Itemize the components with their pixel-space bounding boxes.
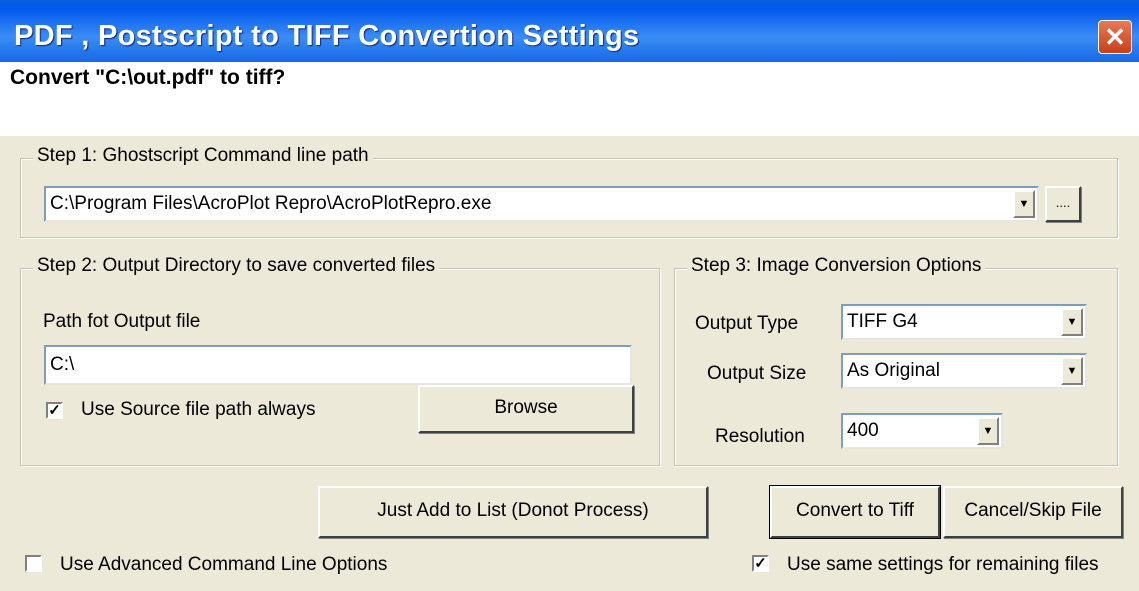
output-type-value: TIFF G4 bbox=[847, 311, 918, 332]
output-path-label: Path fot Output file bbox=[43, 311, 201, 332]
dropdown-arrow-icon: ▼ bbox=[1066, 365, 1078, 377]
add-to-list-button[interactable]: Just Add to List (Donot Process) bbox=[318, 486, 708, 538]
output-size-dropdown-button[interactable]: ▼ bbox=[1061, 357, 1083, 385]
use-source-path-label: Use Source file path always bbox=[81, 399, 316, 420]
output-path-value: C:\ bbox=[50, 354, 75, 375]
close-button[interactable]: ✕ bbox=[1098, 20, 1132, 54]
output-browse-button[interactable]: Browse bbox=[418, 385, 634, 433]
dropdown-arrow-icon: ▼ bbox=[982, 425, 994, 437]
output-type-select[interactable]: TIFF G4 bbox=[841, 304, 1087, 340]
advanced-options-label: Use Advanced Command Line Options bbox=[60, 554, 388, 575]
step3-group: Step 3: Image Conversion Options Output … bbox=[674, 255, 1118, 466]
dropdown-arrow-icon: ▼ bbox=[1066, 316, 1078, 328]
use-source-path-checkbox[interactable]: ✓ bbox=[46, 402, 63, 419]
resolution-value: 400 bbox=[847, 420, 879, 441]
checkmark-icon: ✓ bbox=[48, 402, 61, 419]
same-settings-label: Use same settings for remaining files bbox=[787, 554, 1099, 575]
same-settings-checkbox[interactable]: ✓ bbox=[752, 555, 769, 572]
step3-legend: Step 3: Image Conversion Options bbox=[687, 255, 986, 277]
output-size-select[interactable]: As Original bbox=[841, 353, 1087, 389]
prompt-panel: Convert "C:\out.pdf" to tiff? bbox=[0, 62, 1139, 136]
cancel-skip-button[interactable]: Cancel/Skip File bbox=[943, 486, 1123, 538]
step1-legend: Step 1: Ghostscript Command line path bbox=[33, 145, 373, 167]
checkmark-icon: ✓ bbox=[754, 555, 767, 572]
close-icon: ✕ bbox=[1104, 22, 1126, 52]
ghostscript-path-dropdown-button[interactable]: ▼ bbox=[1013, 190, 1035, 218]
ghostscript-path-combobox[interactable]: C:\Program Files\AcroPlot Repro\AcroPlot… bbox=[44, 186, 1039, 222]
output-size-value: As Original bbox=[847, 360, 940, 381]
dropdown-arrow-icon: ▼ bbox=[1018, 198, 1030, 210]
ghostscript-path-value: C:\Program Files\AcroPlot Repro\AcroPlot… bbox=[50, 193, 492, 214]
resolution-dropdown-button[interactable]: ▼ bbox=[977, 417, 999, 445]
output-type-dropdown-button[interactable]: ▼ bbox=[1061, 308, 1083, 336]
output-path-input[interactable]: C:\ bbox=[44, 345, 632, 385]
step2-legend: Step 2: Output Directory to save convert… bbox=[33, 255, 440, 277]
output-size-label: Output Size bbox=[707, 363, 807, 384]
dialog-body: Step 1: Ghostscript Command line path C:… bbox=[0, 136, 1139, 591]
step2-group: Step 2: Output Directory to save convert… bbox=[20, 255, 660, 466]
advanced-options-checkbox[interactable] bbox=[25, 555, 42, 572]
step1-group: Step 1: Ghostscript Command line path C:… bbox=[20, 145, 1118, 238]
window-title: PDF , Postscript to TIFF Convertion Sett… bbox=[14, 20, 640, 52]
resolution-label: Resolution bbox=[715, 426, 805, 447]
output-type-label: Output Type bbox=[695, 313, 799, 334]
conversion-prompt: Convert "C:\out.pdf" to tiff? bbox=[10, 66, 286, 89]
convert-to-tiff-button[interactable]: Convert to Tiff bbox=[769, 485, 941, 539]
ghostscript-browse-button[interactable]: .... bbox=[1045, 186, 1081, 222]
